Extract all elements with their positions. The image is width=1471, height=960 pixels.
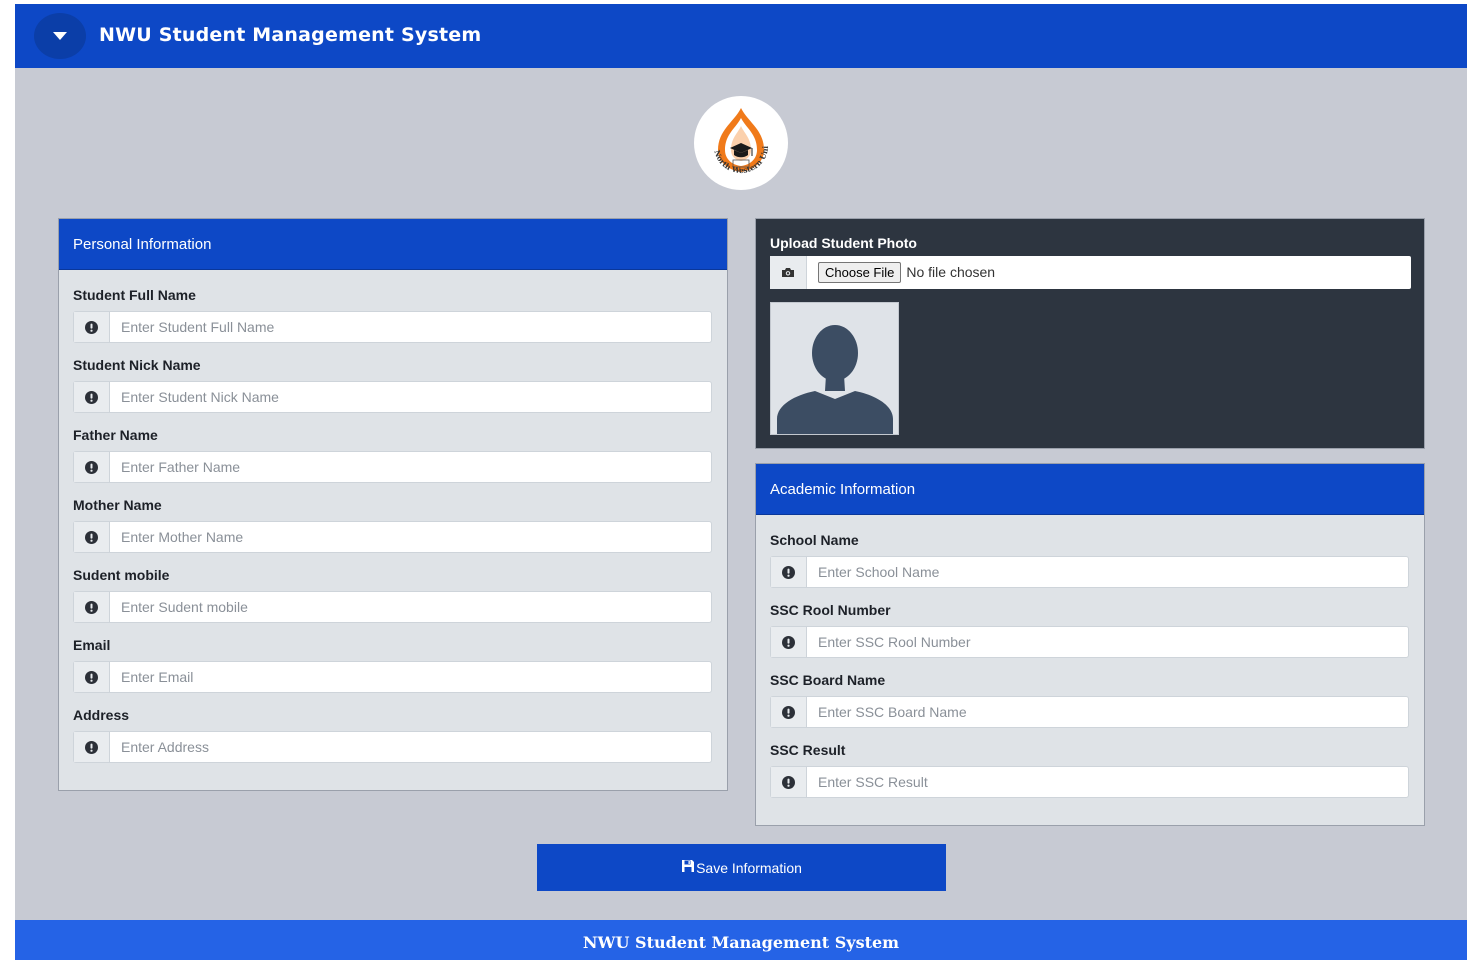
student-full-name-input[interactable] <box>110 312 711 342</box>
mother-name-input[interactable] <box>110 522 711 552</box>
file-status-text: No file chosen <box>906 264 996 280</box>
ssc-rool-number-label: SSC Rool Number <box>770 602 891 618</box>
ssc-result-input[interactable] <box>807 767 1408 797</box>
footer-text: NWU Student Management System <box>582 932 900 952</box>
father-name-field: Father Name <box>73 426 712 483</box>
input-addon <box>771 557 807 587</box>
input-addon <box>74 522 110 552</box>
ssc-board-name-input[interactable] <box>807 697 1408 727</box>
address-label: Address <box>73 707 130 723</box>
exclamation-circle-icon <box>85 740 98 754</box>
ssc-rool-number-input-group <box>770 626 1409 658</box>
exclamation-circle-icon <box>85 320 98 334</box>
academic-fields: School Name SSC Rool Number SSC Board Name… <box>756 515 1424 798</box>
address-input-group <box>73 731 712 763</box>
email-input-group <box>73 661 712 693</box>
sudent-mobile-field: Sudent mobile <box>73 566 712 623</box>
father-name-input[interactable] <box>110 452 711 482</box>
student-full-name-field: Student Full Name <box>73 286 712 343</box>
personal-information-card: Personal Information Student Full NameSt… <box>58 218 728 791</box>
student-nick-name-input-group <box>73 381 712 413</box>
student-nick-name-input[interactable] <box>110 382 711 412</box>
school-name-input-group <box>770 556 1409 588</box>
mother-name-input-group <box>73 521 712 553</box>
exclamation-circle-icon <box>782 635 795 649</box>
student-nick-name-label: Student Nick Name <box>73 357 201 373</box>
academic-information-card: Academic Information School Name SSC Rool… <box>755 463 1425 826</box>
school-name-field: School Name <box>770 531 1409 588</box>
photo-upload-label: Upload Student Photo <box>770 235 917 251</box>
exclamation-circle-icon <box>85 530 98 544</box>
input-addon <box>74 732 110 762</box>
save-information-button[interactable]: Save Information <box>537 844 946 891</box>
ssc-board-name-label: SSC Board Name <box>770 672 886 688</box>
email-input[interactable] <box>110 662 711 692</box>
photo-upload-panel: Upload Student Photo Choose File No file… <box>755 218 1425 449</box>
ssc-rool-number-field: SSC Rool Number <box>770 601 1409 658</box>
university-logo: North Western University <box>694 96 788 190</box>
footer: NWU Student Management System <box>15 920 1467 960</box>
input-addon <box>74 452 110 482</box>
address-field: Address <box>73 706 712 763</box>
student-full-name-label: Student Full Name <box>73 287 196 303</box>
caret-down-icon <box>53 32 67 40</box>
sidebar-toggle-button[interactable] <box>34 13 86 59</box>
save-information-label: Save Information <box>696 859 802 876</box>
personal-fields: Student Full Name Student Nick Name Father… <box>59 270 727 763</box>
exclamation-circle-icon <box>782 565 795 579</box>
input-addon <box>771 627 807 657</box>
exclamation-circle-icon <box>85 600 98 614</box>
input-addon <box>74 592 110 622</box>
ssc-result-label: SSC Result <box>770 742 846 758</box>
exclamation-circle-icon <box>782 705 795 719</box>
save-icon <box>682 859 695 872</box>
exclamation-circle-icon <box>782 775 795 789</box>
ssc-rool-number-input[interactable] <box>807 627 1408 657</box>
father-name-input-group <box>73 451 712 483</box>
student-photo-placeholder <box>770 302 899 435</box>
choose-file-button[interactable]: Choose File <box>818 262 902 283</box>
academic-information-header: Academic Information <box>756 464 1424 515</box>
sudent-mobile-input-group <box>73 591 712 623</box>
sudent-mobile-input[interactable] <box>110 592 711 622</box>
exclamation-circle-icon <box>85 390 98 404</box>
app-title: NWU Student Management System <box>99 24 482 46</box>
input-addon <box>74 382 110 412</box>
ssc-result-input-group <box>770 766 1409 798</box>
address-input[interactable] <box>110 732 711 762</box>
email-label: Email <box>73 637 111 653</box>
father-name-label: Father Name <box>73 427 158 443</box>
file-input-group: Choose File No file chosen <box>770 256 1411 289</box>
email-field: Email <box>73 636 712 693</box>
school-name-input[interactable] <box>807 557 1408 587</box>
student-nick-name-field: Student Nick Name <box>73 356 712 413</box>
file-input-addon <box>770 256 807 289</box>
ssc-result-field: SSC Result <box>770 741 1409 798</box>
user-silhouette-icon <box>777 325 893 434</box>
input-addon <box>771 697 807 727</box>
input-addon <box>74 662 110 692</box>
mother-name-label: Mother Name <box>73 497 162 513</box>
sudent-mobile-label: Sudent mobile <box>73 567 170 583</box>
ssc-board-name-field: SSC Board Name <box>770 671 1409 728</box>
top-navbar: NWU Student Management System <box>15 4 1467 68</box>
app-container: NWU Student Management System North West… <box>15 4 1467 960</box>
school-name-label: School Name <box>770 532 859 548</box>
exclamation-circle-icon <box>85 460 98 474</box>
student-full-name-input-group <box>73 311 712 343</box>
exclamation-circle-icon <box>85 670 98 684</box>
input-addon <box>74 312 110 342</box>
personal-information-header: Personal Information <box>59 219 727 270</box>
input-addon <box>771 767 807 797</box>
ssc-board-name-input-group <box>770 696 1409 728</box>
mother-name-field: Mother Name <box>73 496 712 553</box>
camera-icon <box>782 268 794 277</box>
